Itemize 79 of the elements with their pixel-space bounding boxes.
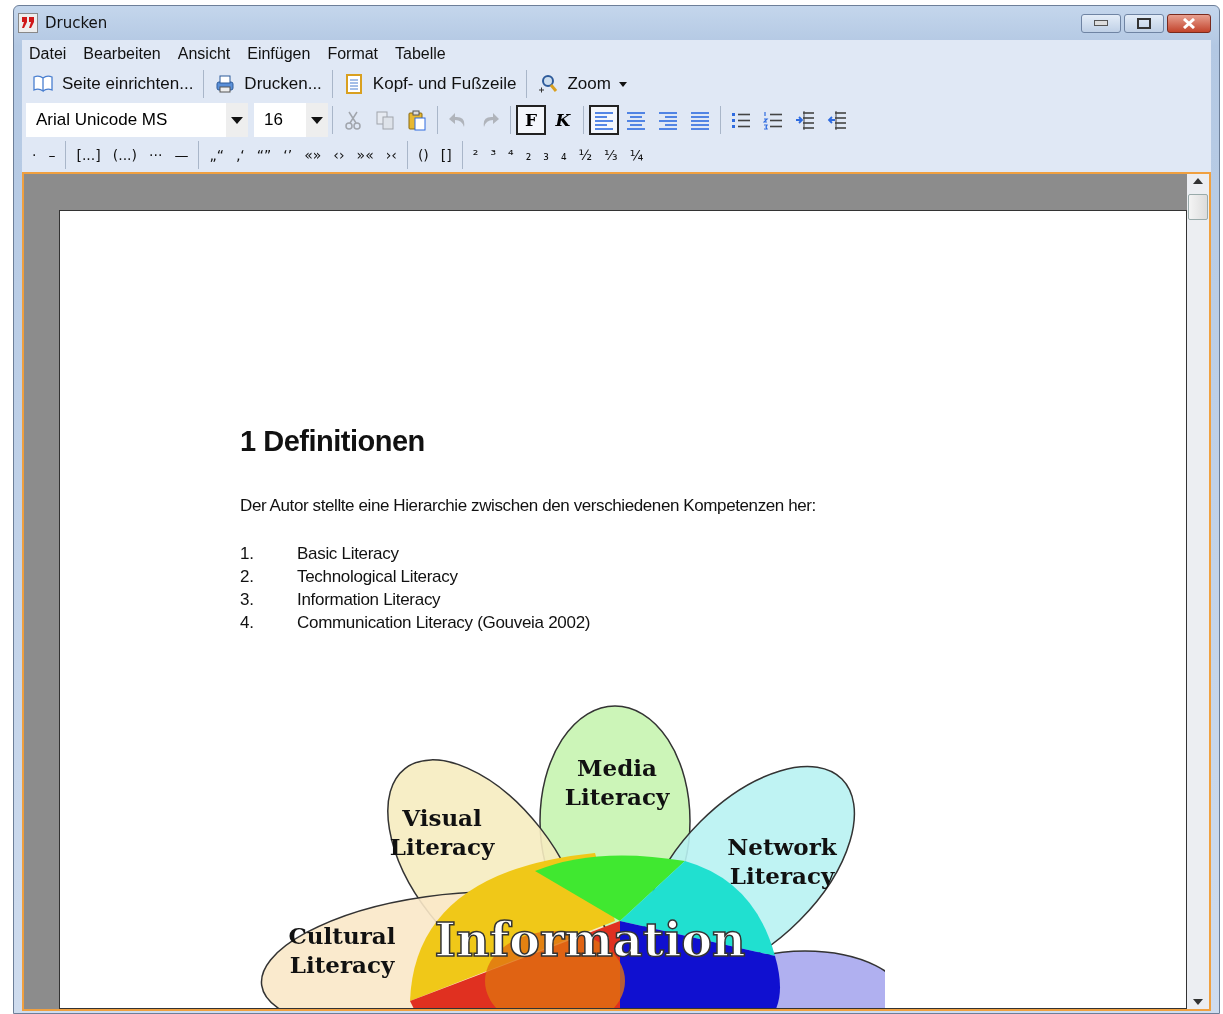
- justify-icon: [690, 109, 710, 131]
- list-item: Technological Literacy: [297, 567, 458, 587]
- bold-button[interactable]: F: [516, 105, 546, 135]
- toolbar-button[interactable]: Drucken...: [208, 71, 328, 97]
- symbol-button[interactable]: ½: [572, 147, 599, 163]
- menu-item[interactable]: Bearbeiten: [83, 45, 161, 63]
- minimize-button[interactable]: [1081, 13, 1121, 33]
- app-icon: [18, 13, 38, 33]
- align-left-button[interactable]: [589, 105, 619, 135]
- symbol-button[interactable]: «»: [298, 147, 328, 163]
- scroll-up-icon[interactable]: [1193, 178, 1203, 184]
- symbol-button[interactable]: ⅓: [598, 147, 624, 163]
- align-right-icon: [658, 109, 678, 131]
- magnifier-icon: [537, 73, 560, 95]
- symbol-button[interactable]: »«: [350, 147, 380, 163]
- list-item: Basic Literacy: [297, 544, 399, 564]
- diagram-label: Network Literacy: [727, 833, 837, 889]
- maximize-button[interactable]: [1124, 13, 1164, 33]
- paragraph: Der Autor stellte eine Hierarchie zwischen den verschiedenen Kompetenzen her:: [240, 496, 817, 516]
- symbol-button[interactable]: ›‹: [379, 147, 403, 163]
- list-item: Information Literacy: [297, 590, 441, 610]
- align-left-icon: [594, 109, 614, 131]
- list-number: 4.: [240, 613, 255, 633]
- menu-item[interactable]: Format: [327, 45, 379, 63]
- symbol-button[interactable]: “”: [250, 147, 278, 163]
- menu-item[interactable]: Datei: [29, 45, 67, 63]
- menu-item[interactable]: Ansicht: [177, 45, 231, 63]
- window-title: Drucken: [45, 14, 108, 32]
- heading: 1 Definitionen: [240, 425, 426, 458]
- menu-item[interactable]: Einfügen: [247, 45, 311, 63]
- minimize-icon: [1094, 20, 1108, 26]
- symbol-button[interactable]: „“: [203, 147, 230, 163]
- maximize-icon: [1137, 17, 1151, 29]
- list-number: 2.: [240, 567, 255, 587]
- book-icon: [32, 73, 54, 95]
- indent-icon: [795, 109, 815, 131]
- symbol-button[interactable]: []: [434, 147, 458, 163]
- close-icon: [1182, 17, 1196, 29]
- list-number: 1.: [240, 544, 255, 564]
- symbol-button[interactable]: ‚‘: [229, 147, 251, 163]
- italic-button[interactable]: K: [548, 105, 578, 135]
- symbol-button[interactable]: (): [411, 147, 435, 163]
- toolbar-button[interactable]: Seite einrichten...: [26, 71, 200, 97]
- symbol-button[interactable]: ²: [466, 147, 485, 163]
- printer-icon: [214, 73, 237, 95]
- font-dropdown[interactable]: Arial Unicode MS: [26, 103, 248, 137]
- toolbar-button[interactable]: Zoom: [531, 71, 633, 97]
- symbol-button[interactable]: ₄: [554, 147, 573, 163]
- numbered-list-icon: [763, 109, 783, 131]
- symbol-button[interactable]: ¼: [623, 147, 650, 163]
- align-center-icon: [626, 109, 646, 131]
- symbol-button[interactable]: ···: [143, 147, 169, 163]
- symbol-button[interactable]: ₃: [537, 147, 555, 163]
- diagram-label: Media Literacy: [564, 754, 670, 810]
- symbol-button[interactable]: ‹›: [327, 147, 351, 163]
- symbol-button[interactable]: (...): [106, 147, 143, 163]
- size-dropdown[interactable]: 16: [254, 103, 328, 137]
- toolbar-button[interactable]: Kopf- und Fußzeile: [336, 71, 523, 97]
- scissors-icon: [343, 109, 363, 131]
- symbol-button[interactable]: ⁴: [502, 147, 520, 163]
- symbol-button[interactable]: ³: [484, 147, 503, 163]
- list-item: Communication Literacy (Gouveia 2002): [297, 613, 591, 633]
- scroll-down-icon[interactable]: [1193, 999, 1203, 1005]
- symbol-button[interactable]: [...]: [70, 147, 107, 163]
- symbol-button[interactable]: ₂: [519, 147, 538, 163]
- scrollbar[interactable]: [1187, 174, 1209, 1009]
- caret-icon: [231, 116, 243, 124]
- list-number: 3.: [240, 590, 255, 610]
- symbol-button[interactable]: —: [168, 147, 195, 163]
- symbol-button[interactable]: ·: [26, 147, 43, 163]
- outdent-icon: [827, 109, 847, 131]
- symbol-button[interactable]: ‘’: [277, 147, 299, 163]
- caret-icon: [311, 116, 323, 124]
- copy-icon: [375, 109, 395, 131]
- paste-icon: [407, 109, 427, 131]
- scroll-thumb[interactable]: [1188, 194, 1208, 220]
- menu-item[interactable]: Tabelle: [395, 45, 446, 63]
- close-button[interactable]: [1167, 13, 1211, 33]
- symbol-button[interactable]: –: [42, 147, 62, 163]
